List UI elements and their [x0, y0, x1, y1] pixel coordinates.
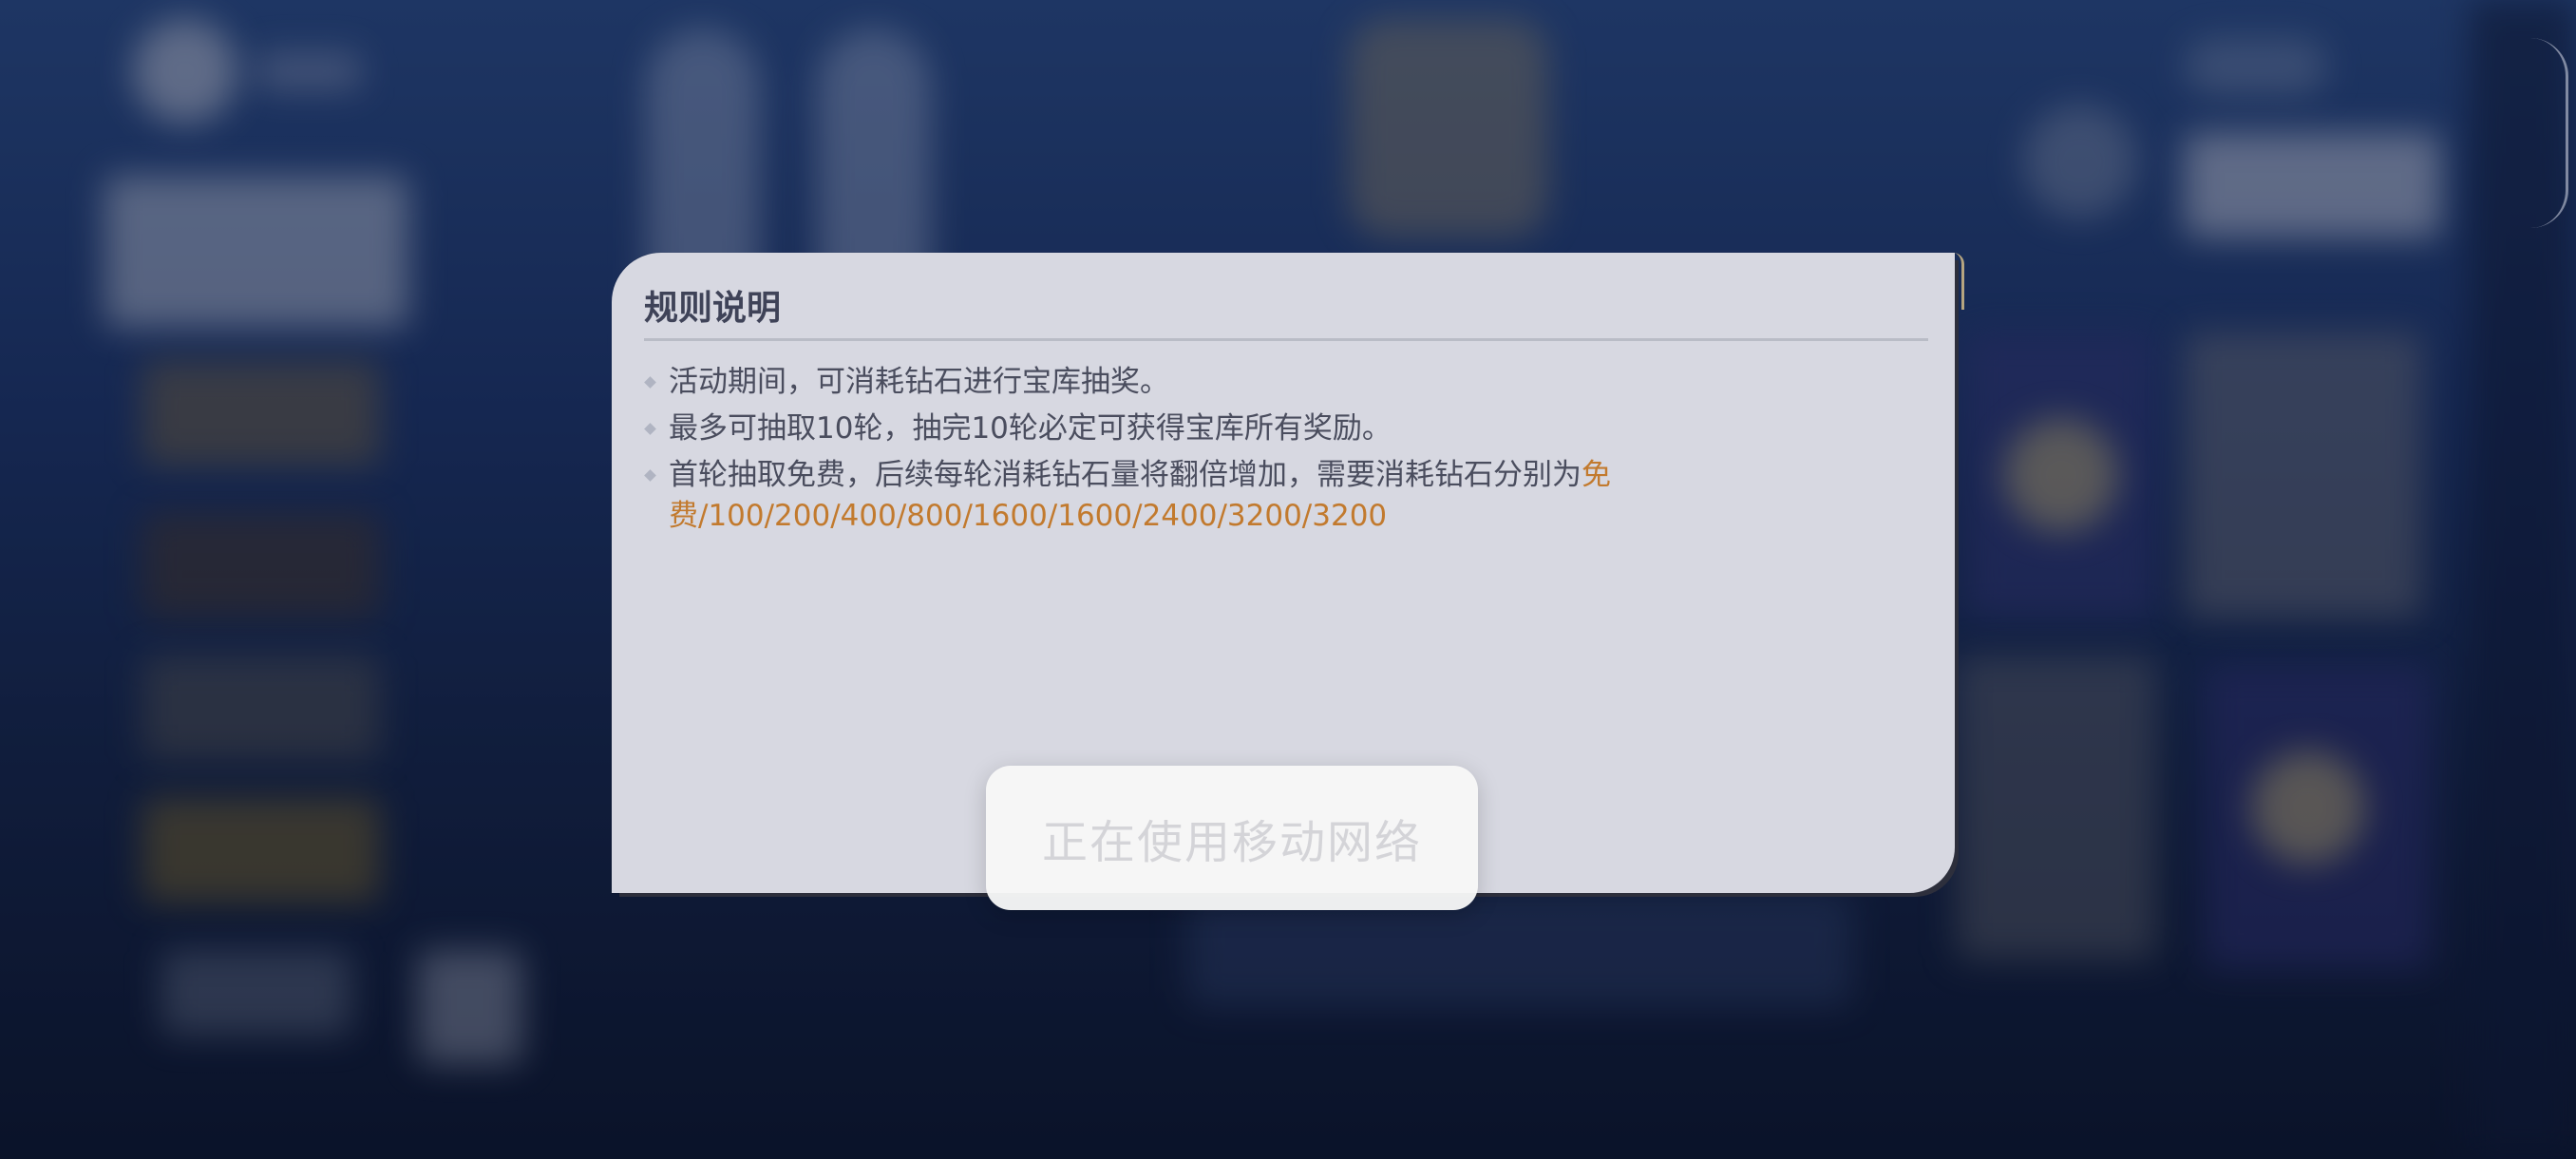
rule-item: 首轮抽取免费，后续每轮消耗钻石量将翻倍增加，需要消耗钻石分别为免费/100/20… [644, 455, 1926, 537]
toast-text: 正在使用移动网络 [1041, 816, 1422, 869]
diamond-bullet-icon [644, 376, 656, 389]
game-screen: 规则说明 活动期间，可消耗钻石进行宝库抽奖。 最多可抽取10轮，抽完10轮必定可… [0, 0, 2576, 1159]
diamond-bullet-icon [644, 469, 656, 482]
rule-item: 最多可抽取10轮，抽完10轮必定可获得宝库所有奖励。 [644, 408, 1926, 449]
rule-text: 首轮抽取免费，后续每轮消耗钻石量将翻倍增加，需要消耗钻石分别为 [669, 458, 1582, 492]
rules-list: 活动期间，可消耗钻石进行宝库抽奖。 最多可抽取10轮，抽完10轮必定可获得宝库所… [644, 362, 1926, 537]
rule-item: 活动期间，可消耗钻石进行宝库抽奖。 [644, 362, 1926, 403]
rule-text: 活动期间，可消耗钻石进行宝库抽奖。 [669, 365, 1169, 399]
title-divider [644, 338, 1928, 341]
screen-edge-arc [2528, 38, 2568, 228]
dialog-title: 规则说明 [644, 288, 782, 328]
rule-text: 最多可抽取10轮，抽完10轮必定可获得宝库所有奖励。 [669, 411, 1392, 446]
dialog-corner-accent [1946, 253, 1964, 310]
network-toast: 正在使用移动网络 [986, 766, 1478, 910]
diamond-bullet-icon [644, 423, 656, 435]
